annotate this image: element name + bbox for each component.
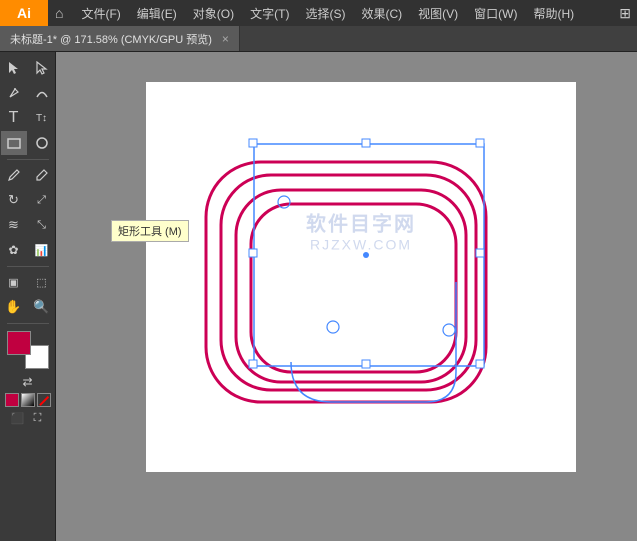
artboard-tool[interactable]: ▣: [1, 270, 27, 294]
free-transform-tool[interactable]: ⤡: [29, 213, 55, 237]
rectangle-tool[interactable]: [1, 131, 27, 155]
menu-bar: Ai ⌂ 文件(F) 编辑(E) 对象(O) 文字(T) 选择(S) 效果(C)…: [0, 0, 637, 26]
scale-tool[interactable]: ⤢: [29, 188, 55, 212]
grid-icon[interactable]: ⊞: [619, 5, 631, 22]
menu-items: 文件(F) 编辑(E) 对象(O) 文字(T) 选择(S) 效果(C) 视图(V…: [70, 3, 581, 24]
ellipse-tool[interactable]: [29, 131, 55, 155]
bottom-tools: ⇄ ⬛ ⛶: [5, 373, 51, 427]
toolbar-divider-3: [7, 323, 49, 324]
transform-tools: ↻ ⤢: [1, 188, 55, 212]
menu-effect[interactable]: 效果(C): [354, 3, 409, 24]
vertical-type-tool[interactable]: T↕: [29, 106, 55, 130]
pencil-tool[interactable]: [29, 163, 55, 187]
normal-mode-icon[interactable]: ⬛: [9, 409, 27, 427]
menu-select[interactable]: 选择(S): [298, 3, 352, 24]
menu-view[interactable]: 视图(V): [411, 3, 465, 24]
tab-bar: 未标题-1* @ 171.58% (CMYK/GPU 预览) ×: [0, 26, 637, 52]
column-graph-tool[interactable]: 📊: [29, 238, 55, 262]
mode-icons: ⇄: [19, 373, 37, 391]
curvature-tool[interactable]: [29, 81, 55, 105]
artboard: 软件目字网 RJZXW.COM: [146, 82, 576, 472]
app-logo: Ai: [0, 0, 48, 26]
left-toolbar: T T↕ ↻ ⤢ ≋ ⤡ ✿: [0, 52, 56, 541]
foreground-color-swatch[interactable]: [7, 331, 31, 355]
symbol-sprayer-tool[interactable]: ✿: [1, 238, 27, 262]
gradient-mode-icon[interactable]: [21, 393, 35, 407]
direct-selection-tool[interactable]: [29, 56, 55, 80]
menu-edit[interactable]: 编辑(E): [130, 3, 184, 24]
shape-tools: [1, 131, 55, 155]
home-icon[interactable]: ⌂: [48, 3, 70, 23]
canvas-area[interactable]: 软件目字网 RJZXW.COM 矩形工具 (M): [56, 52, 637, 541]
toolbar-divider-1: [7, 159, 49, 160]
menu-file[interactable]: 文件(F): [74, 3, 127, 24]
pen-tools: [1, 81, 55, 105]
main-area: T T↕ ↻ ⤢ ≋ ⤡ ✿: [0, 52, 637, 541]
color-mode-icon[interactable]: [5, 393, 19, 407]
logo-text: Ai: [17, 5, 31, 21]
menu-object[interactable]: 对象(O): [186, 3, 241, 24]
navigate-tools: ✋ 🔍: [1, 295, 55, 319]
menu-window[interactable]: 窗口(W): [467, 3, 524, 24]
canvas-svg: [146, 82, 576, 472]
document-tab[interactable]: 未标题-1* @ 171.58% (CMYK/GPU 预览) ×: [0, 26, 240, 51]
tab-title: 未标题-1* @ 171.58% (CMYK/GPU 预览): [10, 31, 212, 47]
warp-tools: ≋ ⤡: [1, 213, 55, 237]
hand-tool[interactable]: ✋: [1, 295, 27, 319]
slice-tool[interactable]: ⬚: [29, 270, 55, 294]
menu-text[interactable]: 文字(T): [243, 3, 296, 24]
toolbar-divider-2: [7, 266, 49, 267]
color-swatches[interactable]: [7, 331, 49, 369]
type-tool[interactable]: T: [1, 106, 27, 130]
paint-tools: [1, 163, 55, 187]
pen-tool[interactable]: [1, 81, 27, 105]
menu-help[interactable]: 帮助(H): [526, 3, 581, 24]
fullscreen-mode-icon[interactable]: ⛶: [29, 409, 47, 427]
swap-fill-stroke[interactable]: ⇄: [19, 373, 37, 391]
none-mode-icon[interactable]: [37, 393, 51, 407]
zoom-tool[interactable]: 🔍: [29, 295, 55, 319]
selection-tools: [1, 56, 55, 80]
warp-tool[interactable]: ≋: [1, 213, 27, 237]
color-mode-row: [5, 393, 51, 407]
rotate-tool[interactable]: ↻: [1, 188, 27, 212]
symbol-tools: ✿ 📊: [1, 238, 55, 262]
slice-tools: ▣ ⬚: [1, 270, 55, 294]
tab-close-button[interactable]: ×: [222, 32, 229, 46]
paintbrush-tool[interactable]: [1, 163, 27, 187]
selection-tool[interactable]: [1, 56, 27, 80]
text-tools: T T↕: [1, 106, 55, 130]
screen-mode-row: ⬛ ⛶: [9, 409, 47, 427]
